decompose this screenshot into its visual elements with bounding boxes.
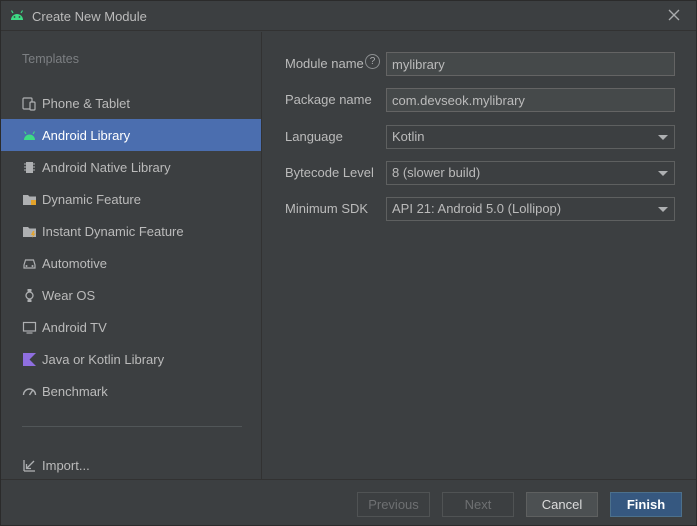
module-name-input[interactable] — [386, 52, 675, 76]
language-value: Kotlin — [392, 129, 425, 144]
templates-sidebar: Templates Phone & Tablet Android Library… — [1, 32, 262, 479]
sidebar-item-label: Phone & Tablet — [42, 95, 130, 111]
sidebar-item-label: Android Library — [42, 127, 131, 143]
bytecode-level-value: 8 (slower build) — [392, 165, 481, 180]
android-icon — [22, 128, 37, 143]
title-bar: Create New Module — [1, 1, 696, 31]
sidebar-item-wear-os[interactable]: Wear OS — [1, 279, 261, 311]
templates-list: Phone & Tablet Android Library Android N… — [1, 87, 261, 407]
sidebar-item-label: Dynamic Feature — [42, 191, 141, 207]
sidebar-item-label: Benchmark — [42, 383, 108, 399]
sidebar-item-dynamic-feature[interactable]: Dynamic Feature — [1, 183, 261, 215]
sidebar-item-phone-tablet[interactable]: Phone & Tablet — [1, 87, 261, 119]
language-row: Language Kotlin — [285, 125, 675, 149]
sidebar-item-label: Automotive — [42, 255, 108, 271]
package-name-input[interactable] — [386, 88, 675, 112]
sidebar-item-instant-dynamic-feature[interactable]: Instant Dynamic Feature — [1, 215, 261, 247]
phone-tablet-icon — [22, 96, 37, 111]
sidebar-item-label: Android TV — [42, 319, 107, 335]
sidebar-item-label: Java or Kotlin Library — [42, 351, 165, 367]
dialog-footer: Previous Next Cancel Finish — [1, 479, 696, 525]
minimum-sdk-row: Minimum SDK API 21: Android 5.0 (Lollipo… — [285, 197, 675, 221]
module-name-row: Module name ? — [285, 52, 675, 76]
minimum-sdk-value: API 21: Android 5.0 (Lollipop) — [392, 201, 562, 216]
folder-lightning-icon — [22, 224, 37, 239]
android-studio-icon — [10, 10, 24, 20]
import-icon — [22, 458, 37, 473]
bytecode-level-select[interactable]: 8 (slower build) — [386, 161, 675, 185]
sidebar-item-java-kotlin-library[interactable]: Java or Kotlin Library — [1, 343, 261, 375]
sidebar-item-android-tv[interactable]: Android TV — [1, 311, 261, 343]
minimum-sdk-select[interactable]: API 21: Android 5.0 (Lollipop) — [386, 197, 675, 221]
sidebar-item-benchmark[interactable]: Benchmark — [1, 375, 261, 407]
sidebar-item-label: Android Native Library — [42, 159, 171, 175]
module-name-label: Module name — [285, 56, 364, 71]
chevron-down-icon — [658, 171, 668, 176]
cancel-button[interactable]: Cancel — [526, 492, 598, 517]
sidebar-item-android-library[interactable]: Android Library — [1, 119, 261, 151]
bytecode-level-label: Bytecode Level — [285, 165, 374, 180]
tv-icon — [22, 320, 37, 335]
finish-button[interactable]: Finish — [610, 492, 682, 517]
create-new-module-dialog: Create New Module Templates Phone & Tabl… — [0, 0, 697, 526]
watch-icon — [22, 288, 37, 303]
chip-icon — [22, 160, 37, 175]
kotlin-icon — [22, 352, 37, 367]
folder-feature-icon — [22, 192, 37, 207]
close-icon[interactable] — [666, 7, 682, 23]
sidebar-item-label: Wear OS — [42, 287, 96, 303]
help-icon[interactable]: ? — [365, 54, 380, 69]
next-button[interactable]: Next — [442, 492, 514, 517]
language-label: Language — [285, 129, 343, 144]
previous-button[interactable]: Previous — [357, 492, 430, 517]
sidebar-item-automotive[interactable]: Automotive — [1, 247, 261, 279]
sidebar-divider — [22, 426, 242, 427]
minimum-sdk-label: Minimum SDK — [285, 201, 369, 216]
chevron-down-icon — [658, 135, 668, 140]
import-button[interactable]: Import... — [1, 449, 261, 481]
sidebar-item-label: Instant Dynamic Feature — [42, 223, 184, 239]
module-form: Module name ? Package name Language Kotl… — [263, 32, 696, 479]
chevron-down-icon — [658, 207, 668, 212]
package-name-row: Package name — [285, 88, 675, 112]
language-select[interactable]: Kotlin — [386, 125, 675, 149]
bytecode-level-row: Bytecode Level 8 (slower build) — [285, 161, 675, 185]
gauge-icon — [22, 384, 37, 399]
sidebar-item-android-native-library[interactable]: Android Native Library — [1, 151, 261, 183]
window-title: Create New Module — [32, 9, 147, 24]
package-name-label: Package name — [285, 92, 372, 107]
import-label: Import... — [42, 457, 90, 473]
car-icon — [22, 256, 37, 271]
templates-heading: Templates — [22, 52, 79, 66]
